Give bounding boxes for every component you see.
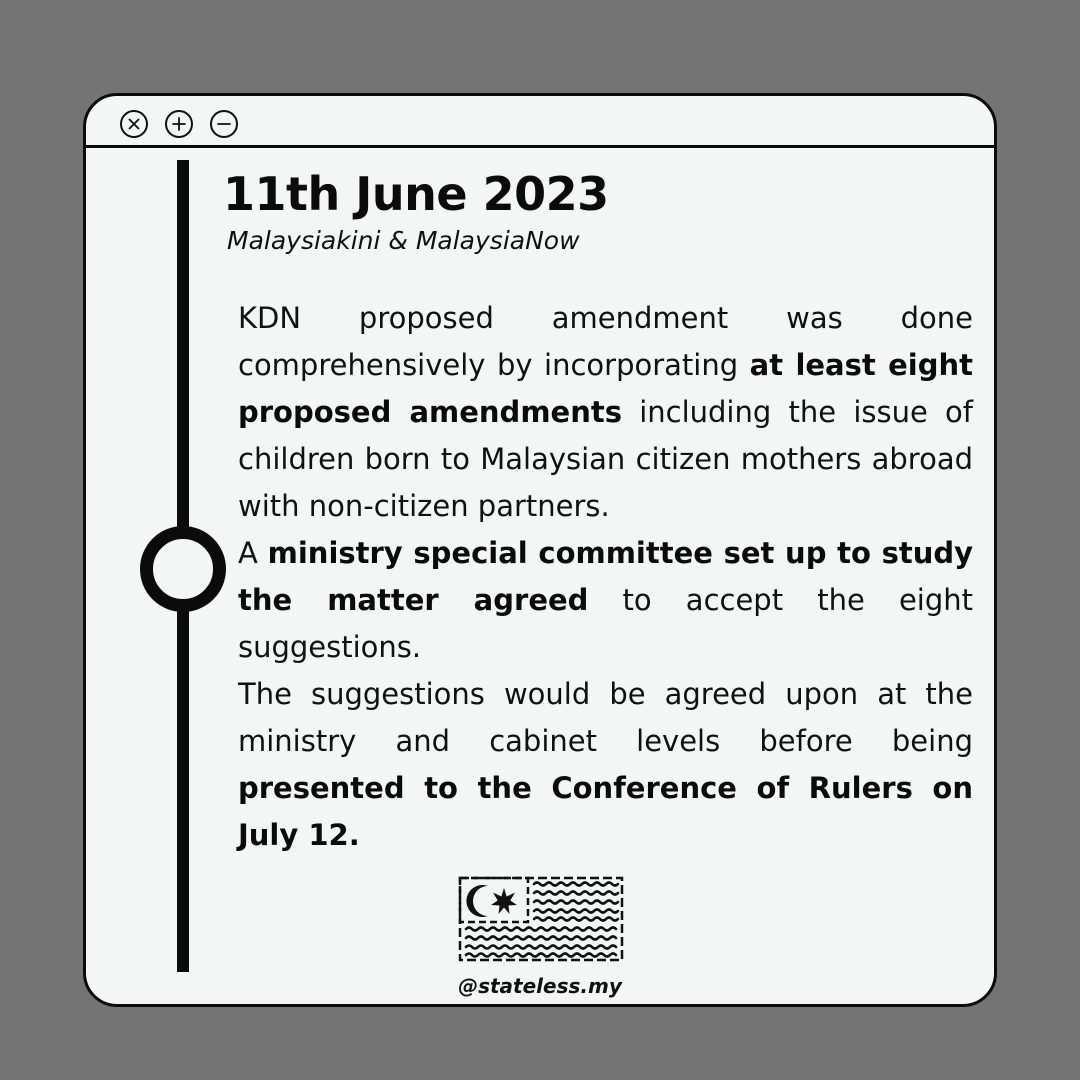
close-icon[interactable] <box>120 110 148 138</box>
post-body: KDN proposed amendment was done comprehe… <box>238 295 973 859</box>
post-window: 11th June 2023 Malaysiakini & MalaysiaNo… <box>83 93 997 1007</box>
post-date: 11th June 2023 <box>223 167 609 221</box>
author-handle: @stateless.my <box>86 974 994 998</box>
body-text-run: A <box>238 536 268 570</box>
timeline-node <box>140 526 226 612</box>
plus-icon[interactable] <box>165 110 193 138</box>
window-titlebar <box>86 96 994 148</box>
bold-text: presented to the Conference of Rulers on… <box>238 771 973 852</box>
post-source: Malaysiakini & MalaysiaNow <box>227 226 580 255</box>
body-text-run: The suggestions would be agreed upon at … <box>238 677 973 758</box>
body-paragraph: KDN proposed amendment was done comprehe… <box>238 295 973 530</box>
author-handle-text: @stateless.my <box>458 974 622 998</box>
malaysia-flag-icon <box>458 876 624 962</box>
body-paragraph: A ministry special committee set up to s… <box>238 530 973 671</box>
body-paragraph: The suggestions would be agreed upon at … <box>238 671 973 859</box>
minus-icon[interactable] <box>210 110 238 138</box>
